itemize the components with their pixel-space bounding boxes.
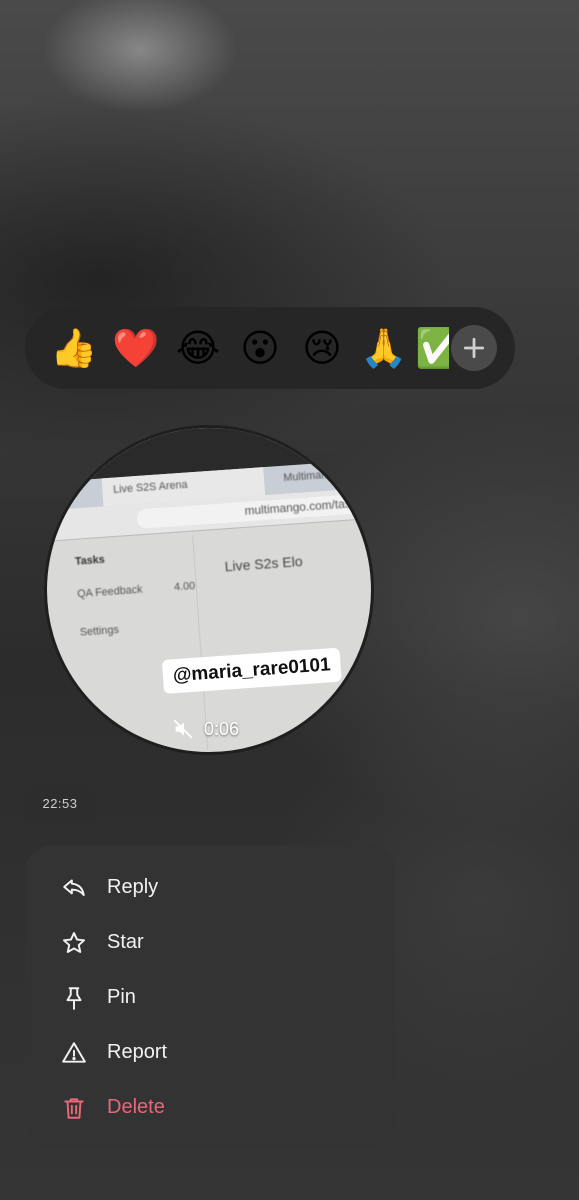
video-duration[interactable]: 0:06 — [172, 718, 239, 740]
menu-item-label: Pin — [107, 986, 136, 1008]
preview-sidebar-tasks: Tasks — [74, 554, 106, 568]
video-message-bubble[interactable]: Live S2S Arena Multimango multimango.com… — [44, 425, 374, 755]
menu-item-pin[interactable]: Pin — [25, 970, 395, 1025]
reply-icon — [63, 878, 85, 896]
menu-item-label: Star — [107, 931, 144, 953]
menu-item-reply[interactable]: Reply — [25, 860, 395, 915]
pin-icon — [66, 986, 82, 1010]
preview-score: 4.00 — [173, 580, 196, 594]
menu-item-label: Report — [107, 1041, 168, 1063]
preview-heading: Live S2s Elo — [224, 553, 304, 575]
preview-sidebar-settings: Settings — [79, 624, 120, 640]
reaction-folded-hands[interactable]: 🙏 — [353, 317, 415, 379]
reaction-heart[interactable]: ❤️ — [105, 317, 167, 379]
message-context-menu: Reply Star Pin Report Delete — [25, 845, 395, 1149]
reaction-laughing[interactable]: 😂 — [167, 317, 229, 379]
more-reactions-button[interactable] — [451, 325, 497, 371]
preview-sidebar-qa: QA Feedback — [76, 583, 143, 601]
reaction-check-mark[interactable]: ✅ — [415, 317, 449, 379]
menu-item-label: Reply — [107, 876, 159, 898]
menu-item-star[interactable]: Star — [25, 915, 395, 970]
menu-item-delete[interactable]: Delete — [25, 1080, 395, 1135]
reaction-surprised[interactable]: 😮 — [229, 317, 291, 379]
warning-icon — [62, 1041, 86, 1063]
star-icon — [62, 931, 86, 953]
message-timestamp: 22:53 — [25, 786, 95, 820]
plus-icon — [463, 337, 485, 359]
video-frame: Live S2S Arena Multimango multimango.com… — [47, 428, 371, 752]
menu-item-label: Delete — [107, 1096, 165, 1118]
reaction-crying[interactable]: 😢 — [291, 317, 353, 379]
reaction-picker: 👍 ❤️ 😂 😮 😢 🙏 ✅ — [25, 307, 515, 389]
duration-text: 0:06 — [204, 718, 240, 739]
muted-speaker-icon — [173, 719, 193, 739]
menu-item-report[interactable]: Report — [25, 1025, 395, 1080]
reaction-thumbs-up[interactable]: 👍 — [43, 317, 105, 379]
trash-icon — [64, 1097, 84, 1119]
